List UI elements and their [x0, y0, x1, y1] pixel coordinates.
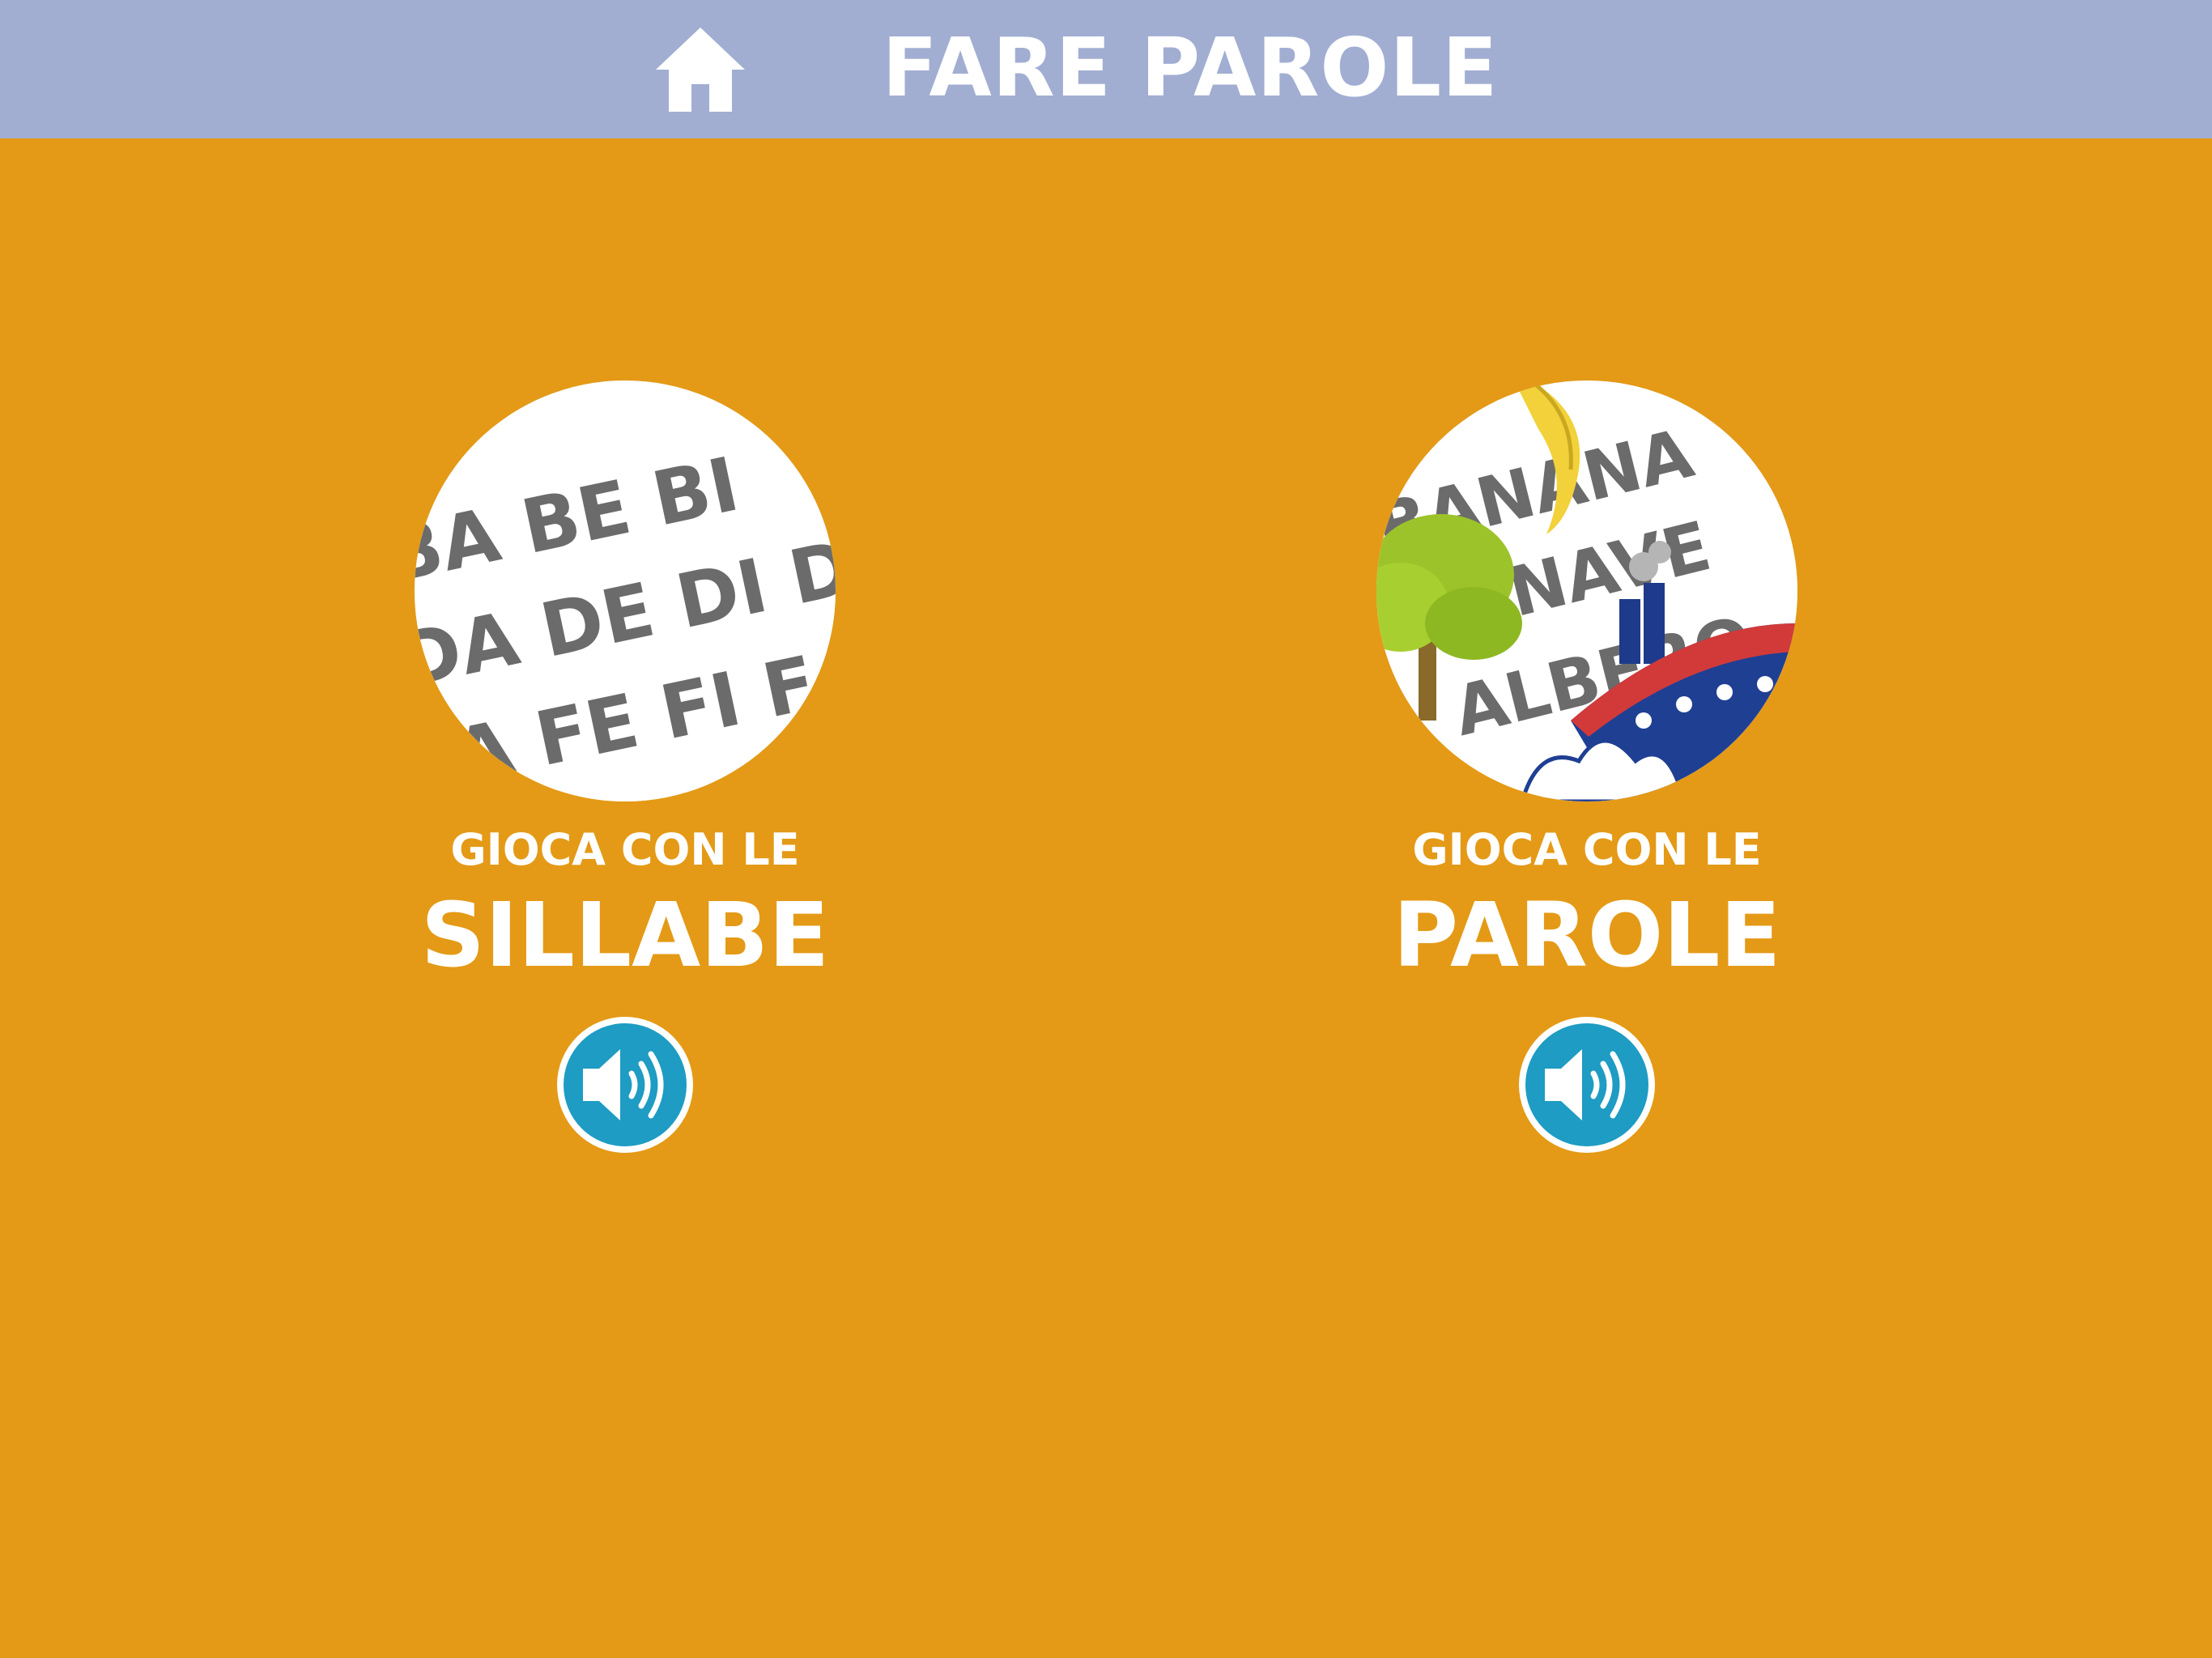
speaker-icon	[557, 1017, 693, 1153]
parole-thumbnail-button[interactable]: BANANA NAVE ALBERO	[1376, 380, 1797, 801]
sillabe-thumbnail-button[interactable]: BA BE BI DA DE DI D FA FE FI F	[415, 380, 836, 801]
syllables-illustration: BA BE BI DA DE DI D FA FE FI F	[415, 380, 836, 801]
sillabe-audio-button[interactable]	[554, 1014, 696, 1156]
sillabe-card: BA BE BI DA DE DI D FA FE FI F GIOCA CON…	[382, 372, 868, 1166]
home-button[interactable]	[653, 24, 748, 115]
parole-subtitle: GIOCA CON LE	[1412, 824, 1762, 875]
parole-audio-button[interactable]	[1516, 1014, 1658, 1156]
header-bar: FARE PAROLE	[0, 0, 2212, 138]
words-illustration: BANANA NAVE ALBERO	[1376, 380, 1797, 801]
parole-card: BANANA NAVE ALBERO GIOCA CON LE PAROLE	[1344, 372, 1830, 1166]
home-icon	[656, 28, 745, 112]
sillabe-subtitle: GIOCA CON LE	[450, 824, 800, 875]
parole-title: PAROLE	[1393, 883, 1781, 987]
speaker-icon	[1519, 1017, 1655, 1153]
page-title: FARE PAROLE	[882, 20, 1499, 115]
sillabe-title: SILLABE	[420, 883, 830, 987]
